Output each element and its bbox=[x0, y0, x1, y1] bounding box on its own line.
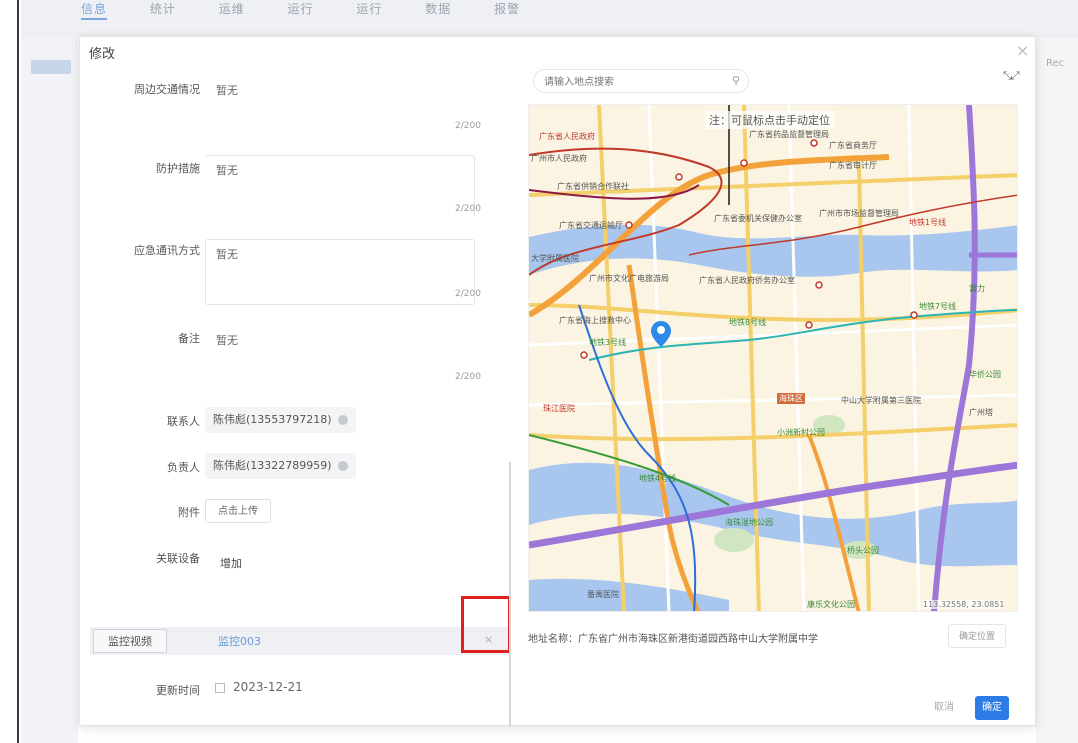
upload-button[interactable]: 点击上传 bbox=[205, 499, 271, 523]
emergency-textarea[interactable]: 暂无 bbox=[205, 239, 475, 305]
map-search-input[interactable] bbox=[544, 74, 724, 90]
bg-nav-item[interactable]: 报警 bbox=[494, 2, 520, 16]
metro-line-label: 地铁3号线 bbox=[589, 338, 627, 347]
page: 信息 统计 运维 运行 运行 数据 报警 Rec 修改 × 周边交通情况 暂无 … bbox=[0, 0, 1078, 743]
map-label: 广东省人民政府侨务办公室 bbox=[699, 276, 795, 285]
edit-form: 周边交通情况 暂无 2/200 防护措施 暂无 2/200 应急通讯方式 暂无 … bbox=[80, 67, 515, 727]
map-label: 广东省药品监督管理局 bbox=[749, 130, 829, 139]
bg-side-text: Rec bbox=[1046, 58, 1065, 69]
map-label: 广东省审计厅 bbox=[829, 161, 877, 170]
map-label: 广东省人民政府 bbox=[539, 132, 595, 141]
metro-line-label: 地铁8号线 bbox=[729, 318, 767, 327]
map-label: 大学附属医院 bbox=[531, 254, 579, 263]
bg-nav-item[interactable]: 运行 bbox=[288, 2, 314, 16]
map-label: 广东省交通运输厅 bbox=[559, 221, 623, 230]
person-value: 陈伟彪(13322789959) bbox=[213, 459, 332, 472]
bg-nav-item[interactable]: 统计 bbox=[150, 2, 176, 16]
highlight-box bbox=[461, 596, 511, 653]
video-link[interactable]: 监控003 bbox=[218, 633, 261, 649]
address-row: 地址名称：广东省广州市海珠区新港街道园西路中山大学附属中学 bbox=[528, 630, 818, 645]
calendar-icon bbox=[215, 682, 225, 693]
map-label: 富力 bbox=[969, 284, 985, 293]
traffic-count: 2/200 bbox=[455, 121, 481, 131]
update-date: 2023-12-21 bbox=[215, 680, 303, 694]
device-label: 关联设备 bbox=[156, 552, 200, 565]
update-value: 2023-12-21 bbox=[233, 680, 303, 694]
map-canvas[interactable]: 注：可鼠标点击手动定位 广东省人民政府 广州市人民政府 广东省供销合作联社 广东… bbox=[528, 104, 1018, 612]
contact-label: 联系人 bbox=[167, 415, 200, 428]
search-icon[interactable]: ⚲ bbox=[732, 74, 740, 87]
map-label: 广州市市场监督管理局 bbox=[819, 209, 899, 218]
bg-side-block bbox=[31, 60, 71, 74]
ok-button[interactable]: 确定 bbox=[975, 696, 1009, 720]
metro-line-label: 地铁7号线 bbox=[919, 302, 957, 311]
background-right: Rec bbox=[1036, 38, 1078, 743]
map-label: 广东省委机关保健办公室 bbox=[714, 214, 802, 223]
map-label: 广东省海上搜救中心 bbox=[559, 316, 631, 325]
map-coords: 113.32558, 23.0851 bbox=[923, 600, 1005, 609]
bg-nav-item[interactable]: 运维 bbox=[219, 2, 245, 16]
map-search[interactable]: ⚲ bbox=[533, 69, 749, 93]
contact-value: 陈伟彪(13553797218) bbox=[213, 413, 332, 426]
attach-label: 附件 bbox=[178, 506, 200, 519]
edit-modal: 修改 × 周边交通情况 暂无 2/200 防护措施 暂无 2/200 应急通讯方… bbox=[79, 36, 1036, 727]
protect-textarea[interactable]: 暂无 bbox=[205, 155, 475, 217]
remove-contact-icon[interactable] bbox=[337, 415, 348, 425]
address-value: 广东省广州市海珠区新港街道园西路中山大学附属中学 bbox=[578, 634, 818, 645]
map-label: 广州市人民政府 bbox=[531, 154, 587, 163]
emergency-count: 2/200 bbox=[455, 289, 481, 299]
map-label: 广东省供销合作联社 bbox=[557, 182, 629, 191]
person-tag[interactable]: 陈伟彪(13322789959) bbox=[205, 453, 356, 479]
modal-title: 修改 bbox=[89, 47, 116, 62]
bg-nav-item[interactable]: 信息 bbox=[81, 2, 108, 20]
metro-line-label: 地铁1号线 bbox=[909, 218, 947, 227]
bg-nav-item[interactable]: 运行 bbox=[356, 2, 382, 16]
remove-person-icon[interactable] bbox=[337, 461, 348, 471]
map-label: 珠江医院 bbox=[543, 404, 575, 413]
map-district: 海珠区 bbox=[777, 393, 805, 404]
metro-line-label: 地铁4号线 bbox=[639, 474, 677, 483]
protect-label: 防护措施 bbox=[156, 162, 200, 175]
address-label: 地址名称： bbox=[528, 634, 578, 645]
bg-nav-item[interactable]: 数据 bbox=[425, 2, 451, 16]
map-label: 广东省商务厅 bbox=[829, 141, 877, 150]
person-label: 负责人 bbox=[167, 461, 200, 474]
map-label: 中山大学附属第三医院 bbox=[841, 396, 921, 405]
background-nav: 信息 统计 运维 运行 运行 数据 报警 bbox=[81, 0, 558, 20]
protect-count: 2/200 bbox=[455, 204, 481, 214]
update-label: 更新时间 bbox=[156, 684, 200, 697]
map-label: 番禺医院 bbox=[587, 590, 619, 599]
left-border bbox=[0, 0, 19, 743]
cancel-button[interactable]: 取消 bbox=[929, 696, 959, 720]
locate-button[interactable]: 确定位置 bbox=[948, 624, 1007, 648]
map-label: 桥头公园 bbox=[847, 546, 879, 555]
scrollbar[interactable] bbox=[509, 462, 511, 727]
fullscreen-icon[interactable]: ⤡⤢ bbox=[1003, 69, 1020, 83]
emergency-label: 应急通讯方式 bbox=[134, 244, 200, 257]
contact-tag[interactable]: 陈伟彪(13553797218) bbox=[205, 407, 356, 433]
map-label: 广州市文化广电旅游局 bbox=[589, 274, 669, 283]
map-label: 康乐文化公园 bbox=[807, 600, 855, 609]
traffic-label: 周边交通情况 bbox=[134, 83, 200, 96]
map-label: 小洲新村公园 bbox=[777, 428, 825, 437]
map-label: 华侨公园 bbox=[969, 370, 1001, 379]
traffic-textarea[interactable]: 暂无 bbox=[205, 75, 475, 135]
background-sidebar bbox=[21, 38, 78, 743]
close-icon[interactable]: × bbox=[1016, 41, 1029, 60]
map-label: 广州塔 bbox=[969, 408, 993, 417]
device-row: 监控视频 监控003 × bbox=[90, 627, 510, 655]
add-device-button[interactable]: 增加 bbox=[220, 555, 242, 571]
map-note: 注：可鼠标点击手动定位 bbox=[705, 111, 834, 129]
map-label: 海珠湿地公园 bbox=[725, 518, 773, 527]
background-top-bar: 信息 统计 运维 运行 运行 数据 报警 bbox=[21, 0, 1078, 38]
remark-textarea[interactable]: 暂无 bbox=[205, 325, 475, 385]
video-button[interactable]: 监控视频 bbox=[93, 629, 167, 653]
remark-count: 2/200 bbox=[455, 372, 481, 382]
remark-label: 备注 bbox=[178, 332, 200, 345]
